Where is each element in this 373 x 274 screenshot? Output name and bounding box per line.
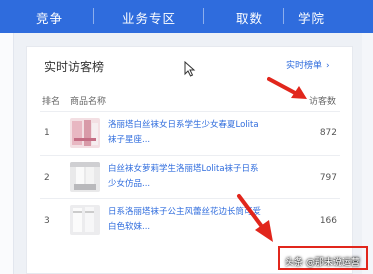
red-arrow-icon — [267, 77, 307, 99]
row-divider — [40, 198, 340, 199]
product-thumbnail[interactable] — [70, 162, 100, 192]
realtime-ranking-label: 实时榜单 — [286, 61, 323, 71]
product-name-link[interactable]: 洛丽塔白丝袜女日系学生少女春夏Lolita袜子星座... — [108, 118, 266, 148]
row-divider — [40, 155, 340, 156]
nav-separator — [283, 8, 284, 24]
chevron-right-icon: › — [326, 61, 330, 71]
product-image-icon — [70, 118, 100, 148]
product-image-icon — [70, 205, 100, 235]
header-visitors[interactable]: 访客数 — [309, 94, 336, 107]
nav-item-business-zone[interactable]: 业务专区 — [122, 8, 176, 27]
header-divider — [40, 111, 340, 112]
header-product-name: 商品名称 — [70, 97, 107, 107]
row-rank: 3 — [44, 216, 50, 226]
visitor-count: 872 — [319, 128, 337, 138]
card-title: 实时访客榜 — [44, 60, 105, 74]
red-arrow-icon — [237, 194, 273, 242]
visitor-count: 797 — [319, 173, 337, 183]
row-rank: 2 — [44, 173, 50, 183]
nav-separator — [93, 8, 94, 24]
nav-separator — [203, 8, 204, 24]
product-thumbnail[interactable] — [70, 118, 100, 148]
watermark: 头条 @那末说运营 — [285, 258, 360, 268]
row-rank: 1 — [44, 128, 50, 138]
header-rank: 排名 — [42, 97, 61, 107]
nav-item-data-fetch[interactable]: 取数 — [236, 8, 263, 27]
product-thumbnail[interactable] — [70, 205, 100, 235]
nav-item-academy[interactable]: 学院 — [298, 8, 325, 27]
nav-item-competition[interactable]: 竞争 — [36, 8, 63, 27]
product-image-icon — [70, 162, 100, 192]
top-nav-bar: 竞争 业务专区 取数 学院 — [0, 0, 373, 33]
left-sidebar-edge — [0, 33, 14, 274]
visitor-count: 166 — [319, 216, 337, 226]
right-scroll-area — [362, 33, 373, 274]
realtime-ranking-link[interactable]: 实时榜单 › — [286, 58, 330, 71]
product-name-link[interactable]: 白丝袜女萝莉学生洛丽塔Lolita袜子日系少女仿品... — [108, 162, 266, 192]
mouse-cursor-icon — [184, 61, 196, 77]
